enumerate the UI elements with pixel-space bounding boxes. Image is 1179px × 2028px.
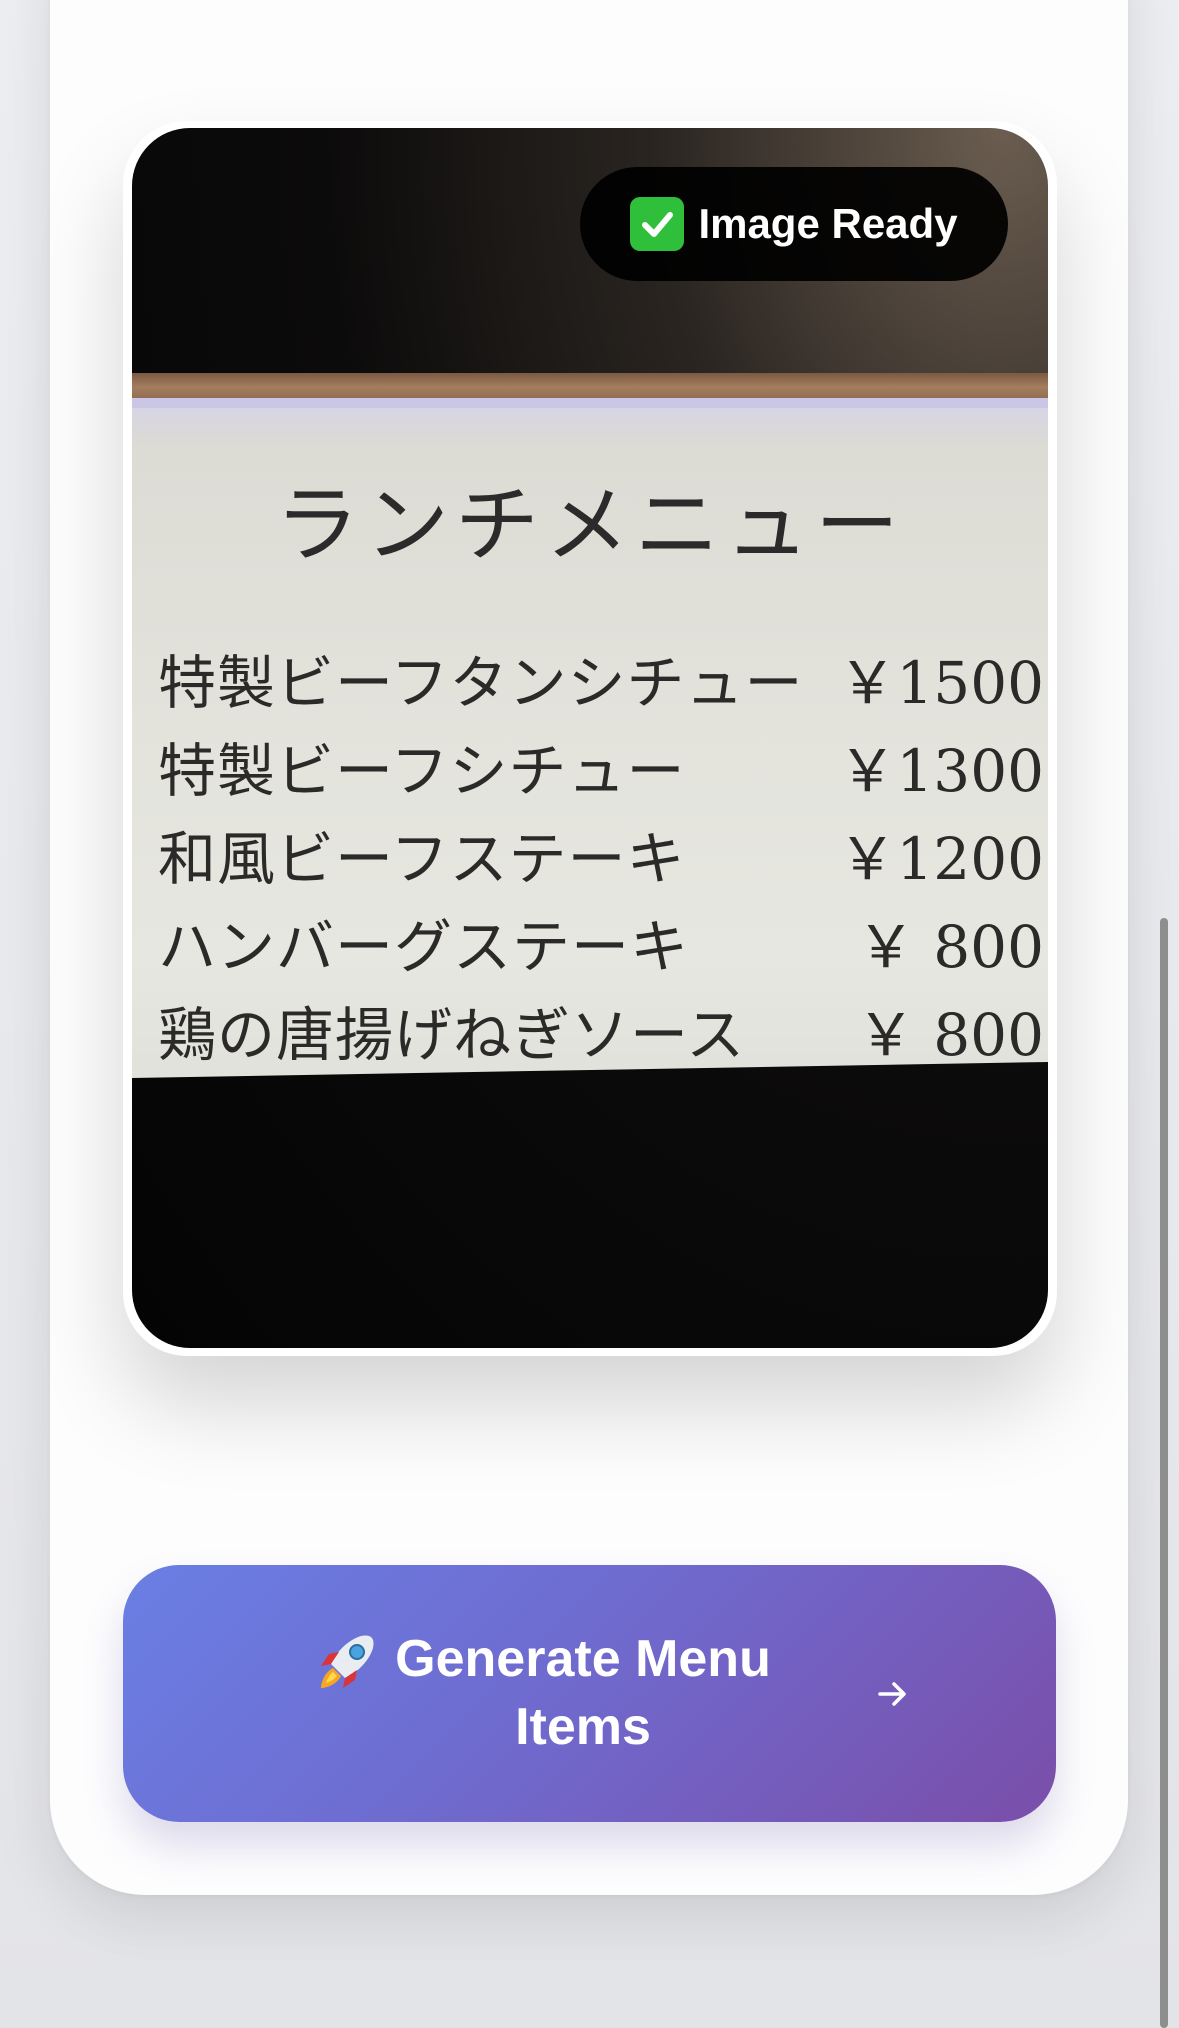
photo-wood-frame [132,373,1048,401]
check-icon [630,197,685,251]
page-scrollbar[interactable] [1160,918,1168,2028]
photo-menu-item-price: ￥ 800 [856,913,1044,981]
image-preview[interactable]: ランチメニュー 特製ビーフタンシチュー ￥1500 特製ビーフシチュー ￥130… [132,128,1048,1348]
photo-menu-item-price: ￥ 800 [856,1001,1044,1069]
photo-menu-row: 特製ビーフタンシチュー ￥1500 [158,636,1044,724]
image-ready-badge: Image Ready [580,167,1008,281]
photo-menu-item-price: ￥1200 [838,825,1044,893]
photo-menu-item-name: 特製ビーフタンシチュー [158,649,804,717]
photo-menu-row: 和風ビーフステーキ ￥1200 [158,812,1044,900]
image-ready-label: Image Ready [698,200,958,247]
photo-paper-edge [132,398,1048,408]
photo-menu-list: 特製ビーフタンシチュー ￥1500 特製ビーフシチュー ￥1300 和風ビーフス… [158,636,1044,1076]
rocket-icon [311,1628,381,1698]
photo-menu-item-name: 和風ビーフステーキ [158,825,686,893]
photo-menu-item-price: ￥1500 [838,649,1044,717]
photo-menu-item-price: ￥1300 [838,737,1044,805]
generate-menu-items-label: Generate Menu Items [395,1630,771,1756]
arrow-right-icon [875,1676,911,1712]
photo-menu-row: 特製ビーフシチュー ￥1300 [158,724,1044,812]
generate-menu-items-button[interactable]: Generate Menu Items [123,1565,1056,1822]
photo-menu-row: ハンバーグステーキ ￥ 800 [158,900,1044,988]
photo-menu-item-name: ハンバーグステーキ [158,913,690,981]
photo-menu-item-name: 特製ビーフシチュー [158,737,686,805]
photo-menu-title: ランチメニュー [274,476,905,574]
photo-menu-item-name: 鶏の唐揚げねぎソース [158,1001,746,1069]
photo-menu-row: 鶏の唐揚げねぎソース ￥ 800 [158,988,1044,1076]
